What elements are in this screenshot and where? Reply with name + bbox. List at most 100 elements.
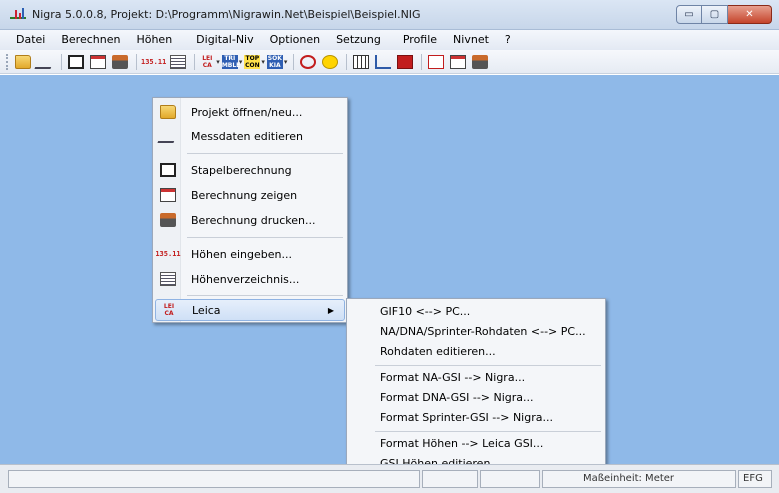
maximize-button[interactable]: ▢ (702, 5, 728, 24)
status-panel-2 (422, 470, 478, 488)
leica-submenu: GIF10 <--> PC... NA/DNA/Sprinter-Rohdate… (346, 298, 606, 476)
menu-separator (187, 153, 343, 154)
menu-item-label: Stapelberechnung (191, 163, 292, 177)
calculator-icon (68, 54, 84, 69)
book-icon (397, 54, 414, 69)
menu-item-label: Berechnung drucken... (191, 213, 316, 227)
minimize-button[interactable]: ▭ (676, 5, 702, 24)
submenu-item-rohdaten-editieren[interactable]: Rohdaten editieren... (380, 343, 496, 361)
menu-item-label: Höhen eingeben... (191, 247, 292, 261)
submenu-item-gif10-pc[interactable]: GIF10 <--> PC... (380, 303, 470, 321)
document-icon (160, 188, 176, 202)
title-bar: Nigra 5.0.0.8, Projekt: D:\Programm\Nigr… (0, 0, 779, 30)
submenu-item-format-dna-gsi[interactable]: Format DNA-GSI --> Nigra... (380, 389, 534, 407)
menu-item-label: Leica (192, 303, 221, 317)
menu-item-berechnung-zeigen[interactable]: Berechnung zeigen (155, 185, 345, 205)
menu-item-messdaten-editieren[interactable]: Messdaten editieren (155, 126, 345, 146)
print-button[interactable] (470, 52, 490, 72)
menu-item-berechnung-drucken[interactable]: Berechnung drucken... (155, 210, 345, 230)
menu-item-label: Höhenverzeichnis... (191, 272, 300, 286)
menu-digital-niv[interactable]: Digital-Niv (180, 31, 261, 49)
list-icon (170, 54, 187, 69)
menu-datei[interactable]: Datei (8, 31, 53, 49)
printer-icon (112, 54, 128, 69)
edit-measurements-button[interactable] (34, 52, 56, 72)
printer-icon (160, 213, 176, 227)
submenu-item-format-sprinter-gsi[interactable]: Format Sprinter-GSI --> Nigra... (380, 409, 553, 427)
topcon-dropdown-button[interactable]: TOP CON ▾ (244, 52, 265, 72)
close-button[interactable]: ✕ (728, 5, 772, 24)
toolbar-separator (136, 53, 137, 70)
batch-calc-button[interactable] (66, 52, 86, 72)
menu-item-label: Messdaten editieren (191, 129, 303, 143)
submenu-item-format-na-gsi[interactable]: Format NA-GSI --> Nigra... (380, 369, 525, 387)
menu-nivnet[interactable]: Nivnet (445, 31, 497, 49)
menu-berechnen[interactable]: Berechnen (53, 31, 128, 49)
submenu-separator (375, 365, 601, 366)
calculator-icon (160, 163, 176, 177)
toolbar-separator (194, 53, 196, 70)
leica-icon: LEI CA (202, 54, 213, 69)
toolbar-separator (293, 53, 295, 70)
menu-item-projekt-oeffnen[interactable]: Projekt öffnen/neu... (155, 102, 345, 122)
menu-separator (187, 237, 343, 238)
pen-icon (34, 54, 56, 69)
sokkia-dropdown-button[interactable]: SOK KIA ▾ (266, 52, 288, 72)
enter-heights-button[interactable]: 135.11 (141, 52, 166, 72)
smiley-button[interactable] (320, 52, 340, 72)
menu-item-hoehen-eingeben[interactable]: 135.11 Höhen eingeben... (155, 244, 345, 264)
menu-setzung[interactable]: Setzung (328, 31, 389, 49)
menu-item-leica[interactable]: LEI CA Leica ▶ (155, 299, 345, 321)
dropdown-arrow-icon: ▾ (261, 57, 265, 66)
leica-dropdown-button[interactable]: LEI CA ▾ (199, 52, 220, 72)
trimble-icon: TRI MBLE (221, 54, 241, 69)
table-button[interactable] (351, 52, 371, 72)
printer-icon (472, 54, 489, 69)
toolbar-separator (61, 53, 62, 70)
target-button[interactable] (298, 52, 318, 72)
status-panel-3 (480, 470, 540, 488)
nigra-app-icon[interactable] (10, 8, 26, 22)
menu-item-label: Berechnung zeigen (191, 188, 298, 202)
status-bar: Maßeinheit: Meter EFG (0, 464, 779, 493)
height-list-button[interactable] (168, 52, 188, 72)
window-title: Nigra 5.0.0.8, Projekt: D:\Programm\Nigr… (32, 8, 421, 21)
submenu-item-rohdaten-pc[interactable]: NA/DNA/Sprinter-Rohdaten <--> PC... (380, 323, 586, 341)
menu-hoehen[interactable]: Höhen (128, 31, 180, 49)
submenu-item-format-hoehen-gsi[interactable]: Format Höhen --> Leica GSI... (380, 435, 543, 453)
menu-item-stapelberechnung[interactable]: Stapelberechnung (155, 160, 345, 180)
open-project-button[interactable] (13, 52, 33, 72)
toolbar-separator (421, 53, 423, 70)
print-calc-button[interactable] (110, 52, 130, 72)
menu-item-hoehenverzeichnis[interactable]: Höhenverzeichnis... (155, 269, 345, 289)
table-icon (353, 54, 370, 69)
topcon-icon: TOP CON (244, 54, 261, 69)
trimble-dropdown-button[interactable]: TRI MBLE ▾ (221, 52, 242, 72)
submenu-arrow-icon: ▶ (327, 305, 334, 315)
tree-icon (375, 54, 392, 69)
menu-help[interactable]: ? (497, 31, 519, 49)
unit-label: Maßeinheit: Meter (583, 473, 675, 484)
show-calc-button[interactable] (88, 52, 108, 72)
envelope-icon (428, 54, 445, 69)
toolbar: 135.11 LEI CA ▾ TRI MBLE ▾ TOP CON ▾ SOK KIA… (0, 50, 779, 74)
dropdown-arrow-icon: ▾ (283, 57, 288, 66)
menu-optionen[interactable]: Optionen (262, 31, 328, 49)
toolbar-grip[interactable] (6, 53, 9, 70)
height-input-icon: 135.11 (141, 57, 167, 66)
menu-item-label: Projekt öffnen/neu... (191, 105, 303, 119)
status-panel-main (8, 470, 420, 488)
mode-label: EFG (743, 473, 763, 484)
envelope-button[interactable] (426, 52, 446, 72)
height-input-icon: 135.11 (155, 250, 181, 258)
toolbar-separator (346, 53, 348, 70)
document-view-button[interactable] (448, 52, 468, 72)
sokkia-icon: SOK KIA (266, 54, 283, 69)
dropdown-arrow-icon: ▾ (216, 57, 220, 66)
document-icon (450, 54, 467, 69)
book-button[interactable] (395, 52, 415, 72)
menu-bar: Datei Berechnen Höhen Digital-Niv Option… (0, 30, 779, 50)
menu-profile[interactable]: Profile (389, 31, 445, 49)
pen-icon (157, 129, 179, 143)
tree-button[interactable] (373, 52, 393, 72)
